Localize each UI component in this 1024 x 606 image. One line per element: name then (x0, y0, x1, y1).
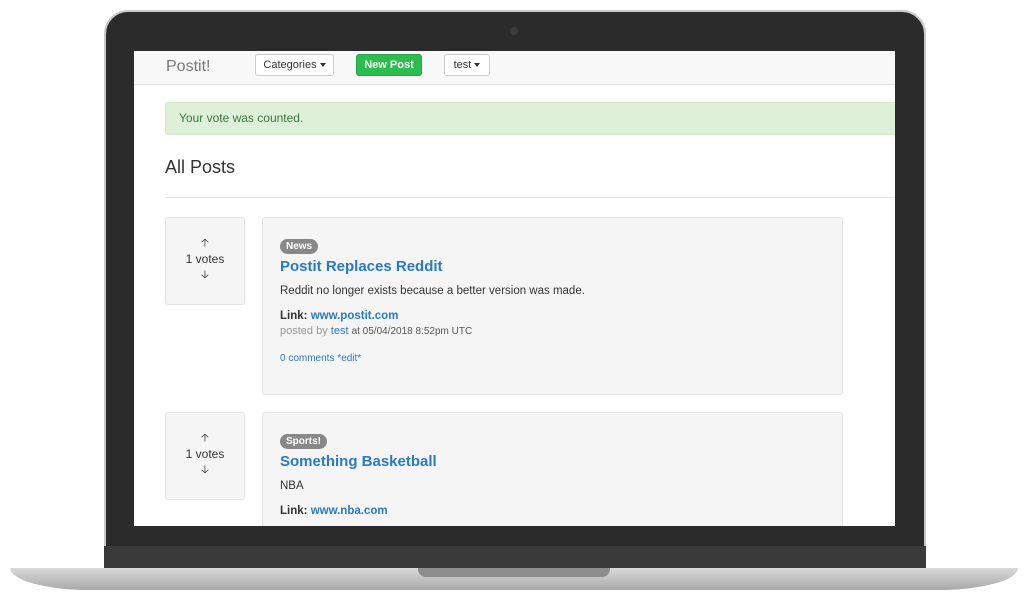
link-label: Link: (280, 310, 308, 322)
vote-count: 1 votes (185, 447, 225, 461)
link-label: Link: (280, 505, 308, 517)
post-actions: 0 comments *edit* (280, 353, 825, 364)
arrow-up-icon[interactable]: 🡡 (166, 432, 244, 444)
new-post-button[interactable]: New Post (356, 54, 422, 76)
post-card: News Postit Replaces Reddit Reddit no lo… (262, 217, 843, 395)
browser-viewport: Postit! Categories New Post test Your vo… (134, 51, 895, 526)
post-title-link[interactable]: Postit Replaces Reddit (280, 258, 825, 275)
vote-box: 🡡 1 votes 🡣 (165, 412, 245, 500)
user-label: test (453, 59, 472, 71)
vote-count: 1 votes (185, 252, 225, 266)
caret-down-icon (474, 63, 481, 68)
user-dropdown[interactable]: test (444, 54, 490, 76)
vote-alert: Your vote was counted. (165, 102, 895, 135)
post-body: Reddit no longer exists because a better… (280, 285, 585, 297)
arrow-down-icon[interactable]: 🡣 (166, 464, 244, 476)
categories-dropdown[interactable]: Categories (255, 54, 334, 76)
page-title: All Posts (165, 157, 236, 177)
post-url-link[interactable]: www.nba.com (311, 505, 388, 517)
post-link-row: Link: www.nba.com (280, 505, 825, 517)
navbar: Postit! Categories New Post test (134, 51, 895, 85)
laptop-frame: Postit! Categories New Post test Your vo… (0, 0, 1024, 606)
post-url-link[interactable]: www.postit.com (311, 310, 399, 322)
caret-down-icon (319, 63, 326, 68)
author-link[interactable]: test (331, 325, 349, 337)
post-card: Sports! Something Basketball NBA Link: w… (262, 412, 843, 526)
post-link-row: Link: www.postit.com (280, 310, 825, 322)
vote-box: 🡡 1 votes 🡣 (165, 217, 245, 305)
alert-message: Your vote was counted. (179, 111, 304, 125)
divider (165, 197, 895, 198)
edit-link[interactable]: *edit* (337, 353, 361, 364)
category-badge[interactable]: News (280, 239, 319, 254)
comments-link[interactable]: 0 comments (280, 353, 334, 364)
arrow-down-icon[interactable]: 🡣 (166, 269, 244, 281)
post-meta: posted by test at 05/04/2018 8:52pm UTC (280, 325, 825, 337)
camera-icon (510, 27, 518, 35)
categories-label: Categories (263, 59, 317, 71)
laptop-notch (418, 568, 610, 577)
post-title-link[interactable]: Something Basketball (280, 453, 825, 470)
posted-by-label: posted by (280, 325, 328, 337)
new-post-label: New Post (364, 59, 414, 71)
arrow-up-icon[interactable]: 🡡 (166, 237, 244, 249)
screen-chin (104, 546, 926, 570)
category-badge[interactable]: Sports! (280, 434, 327, 449)
post-date: at 05/04/2018 8:52pm UTC (351, 326, 473, 337)
brand-logo[interactable]: Postit! (166, 58, 210, 76)
post-body: NBA (280, 480, 304, 492)
